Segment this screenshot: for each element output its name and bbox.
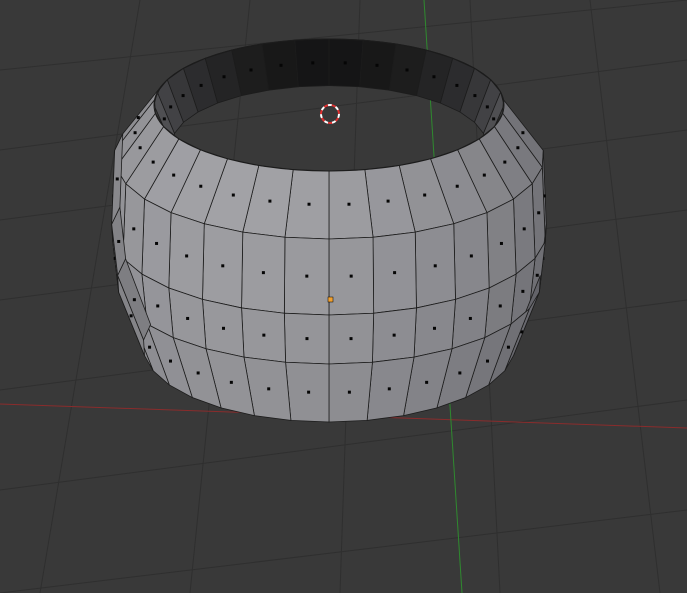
viewport-scene[interactable] [0, 0, 687, 593]
face-dot[interactable] [392, 333, 396, 337]
face-dot[interactable] [455, 83, 459, 87]
face-dot[interactable] [311, 61, 315, 65]
face-dot[interactable] [349, 274, 353, 278]
face-dot[interactable] [262, 333, 266, 337]
face-dot[interactable] [423, 193, 427, 197]
face-dot[interactable] [425, 380, 429, 384]
face-dot[interactable] [148, 345, 152, 349]
face-dot[interactable] [199, 184, 203, 188]
face-dot[interactable] [305, 274, 309, 278]
face-dot[interactable] [499, 241, 503, 245]
face-dot[interactable] [307, 202, 311, 206]
face-dot[interactable] [393, 271, 397, 275]
face-dot[interactable] [305, 337, 309, 341]
face-dot[interactable] [433, 264, 437, 268]
face-dot[interactable] [521, 289, 525, 293]
face-dot[interactable] [537, 211, 541, 215]
face-dot[interactable] [486, 359, 490, 363]
face-dot[interactable] [485, 105, 489, 109]
face-dot[interactable] [521, 131, 525, 135]
face-dot[interactable] [172, 173, 176, 177]
face-dot[interactable] [169, 105, 173, 109]
active-face-dot[interactable] [327, 296, 334, 303]
face-dot[interactable] [535, 273, 539, 277]
face-dot[interactable] [268, 199, 272, 203]
3d-cursor-icon [320, 104, 340, 124]
face-dot[interactable] [132, 298, 136, 302]
face-dot[interactable] [151, 160, 155, 164]
face-dot[interactable] [455, 184, 459, 188]
face-dot[interactable] [231, 193, 235, 197]
face-dot[interactable] [349, 337, 353, 341]
3d-viewport[interactable] [0, 0, 687, 593]
face-dot[interactable] [432, 75, 436, 79]
face-dot[interactable] [387, 387, 391, 391]
face-dot[interactable] [222, 75, 226, 79]
face-dot[interactable] [115, 177, 119, 181]
face-dot[interactable] [458, 371, 462, 375]
face-dot[interactable] [506, 345, 510, 349]
face-dot[interactable] [516, 146, 520, 150]
face-dot[interactable] [307, 390, 311, 394]
face-dot[interactable] [196, 371, 200, 375]
cylinder-mesh[interactable] [111, 38, 547, 423]
face-dot[interactable] [279, 63, 283, 67]
face-dot[interactable] [199, 83, 203, 87]
face-dot[interactable] [503, 160, 507, 164]
face-dot[interactable] [249, 68, 253, 72]
face-dot[interactable] [469, 254, 473, 258]
face-dot[interactable] [468, 316, 472, 320]
face-dot[interactable] [498, 304, 502, 308]
face-dot[interactable] [261, 271, 265, 275]
face-dot[interactable] [168, 359, 172, 363]
face-dot[interactable] [522, 227, 526, 231]
face-dot[interactable] [482, 173, 486, 177]
face-dot[interactable] [267, 387, 271, 391]
face-dot[interactable] [375, 63, 379, 67]
face-dot[interactable] [473, 94, 477, 98]
face-dot[interactable] [129, 314, 133, 318]
face-dot[interactable] [386, 199, 390, 203]
grid-line [0, 509, 687, 593]
face-dot[interactable] [136, 116, 140, 120]
grid-line [589, 0, 661, 593]
face-dot[interactable] [222, 326, 226, 330]
face-dot[interactable] [138, 146, 142, 150]
face-dot[interactable] [117, 239, 121, 243]
face-dot[interactable] [133, 131, 137, 135]
face-dot[interactable] [405, 68, 409, 72]
face-dot[interactable] [347, 390, 351, 394]
face-dot[interactable] [132, 227, 136, 231]
face-dot[interactable] [185, 254, 189, 258]
mesh-face[interactable] [328, 169, 374, 240]
face-dot[interactable] [181, 94, 185, 98]
face-dot[interactable] [229, 380, 233, 384]
face-dot[interactable] [221, 264, 225, 268]
face-dot[interactable] [347, 202, 351, 206]
face-dot[interactable] [186, 316, 190, 320]
face-dot[interactable] [162, 117, 166, 121]
face-dot[interactable] [492, 117, 496, 121]
face-dot[interactable] [343, 61, 347, 65]
face-dot[interactable] [432, 326, 436, 330]
face-dot[interactable] [155, 241, 159, 245]
face-dot[interactable] [156, 304, 160, 308]
